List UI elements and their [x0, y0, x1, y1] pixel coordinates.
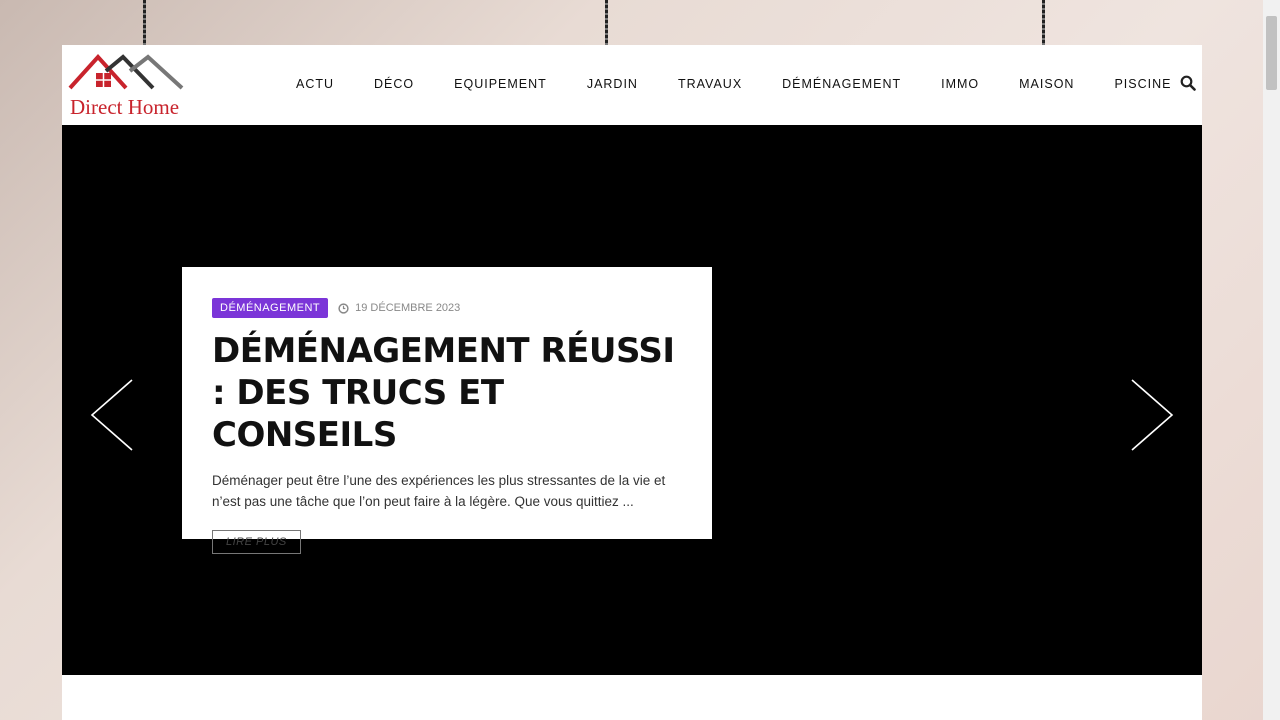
- next-slide-arrow-icon[interactable]: [1128, 378, 1176, 452]
- nav-equipement[interactable]: EQUIPEMENT: [454, 77, 547, 91]
- scrollbar[interactable]: [1263, 0, 1280, 720]
- nav-piscine[interactable]: PISCINE: [1114, 77, 1171, 91]
- page: Direct Home ACTU DÉCO EQUIPEMENT JARDIN …: [62, 45, 1202, 720]
- main-nav: ACTU DÉCO EQUIPEMENT JARDIN TRAVAUX DÉMÉ…: [296, 77, 1211, 91]
- slide-title[interactable]: DÉMÉNAGEMENT RÉUSSI : DES TRUCS ET CONSE…: [212, 330, 682, 456]
- nav-immo[interactable]: IMMO: [941, 77, 979, 91]
- decor-cord: [605, 0, 608, 45]
- slide-excerpt: Déménager peut être l’une des expérience…: [212, 473, 666, 509]
- hero-slider: DÉMÉNAGEMENT 19 DÉCEMBRE 2023 DÉMÉNAGEME…: [62, 125, 1202, 675]
- clock-icon: [338, 302, 349, 314]
- nav-jardin[interactable]: JARDIN: [587, 77, 638, 91]
- read-more-button[interactable]: LIRE PLUS: [212, 530, 301, 554]
- nav-actu[interactable]: ACTU: [296, 77, 334, 91]
- decor-cord: [1042, 0, 1045, 45]
- header: Direct Home ACTU DÉCO EQUIPEMENT JARDIN …: [62, 45, 1202, 125]
- category-badge[interactable]: DÉMÉNAGEMENT: [212, 298, 329, 318]
- logo-text: Direct Home: [70, 95, 180, 119]
- date-text: 19 DÉCEMBRE 2023: [355, 302, 461, 314]
- house-logo-icon: [68, 54, 184, 90]
- logo[interactable]: Direct Home: [68, 53, 188, 119]
- decor-cord: [143, 0, 146, 45]
- search-icon[interactable]: [1180, 75, 1196, 91]
- post-date: 19 DÉCEMBRE 2023: [338, 302, 460, 314]
- slide-card: DÉMÉNAGEMENT 19 DÉCEMBRE 2023 DÉMÉNAGEME…: [182, 267, 712, 554]
- prev-slide-arrow-icon[interactable]: [88, 378, 136, 452]
- nav-deco[interactable]: DÉCO: [374, 77, 414, 91]
- nav-travaux[interactable]: TRAVAUX: [678, 77, 742, 91]
- scrollbar-thumb[interactable]: [1266, 16, 1277, 90]
- nav-maison[interactable]: MAISON: [1019, 77, 1074, 91]
- nav-demenagement[interactable]: DÉMÉNAGEMENT: [782, 77, 901, 91]
